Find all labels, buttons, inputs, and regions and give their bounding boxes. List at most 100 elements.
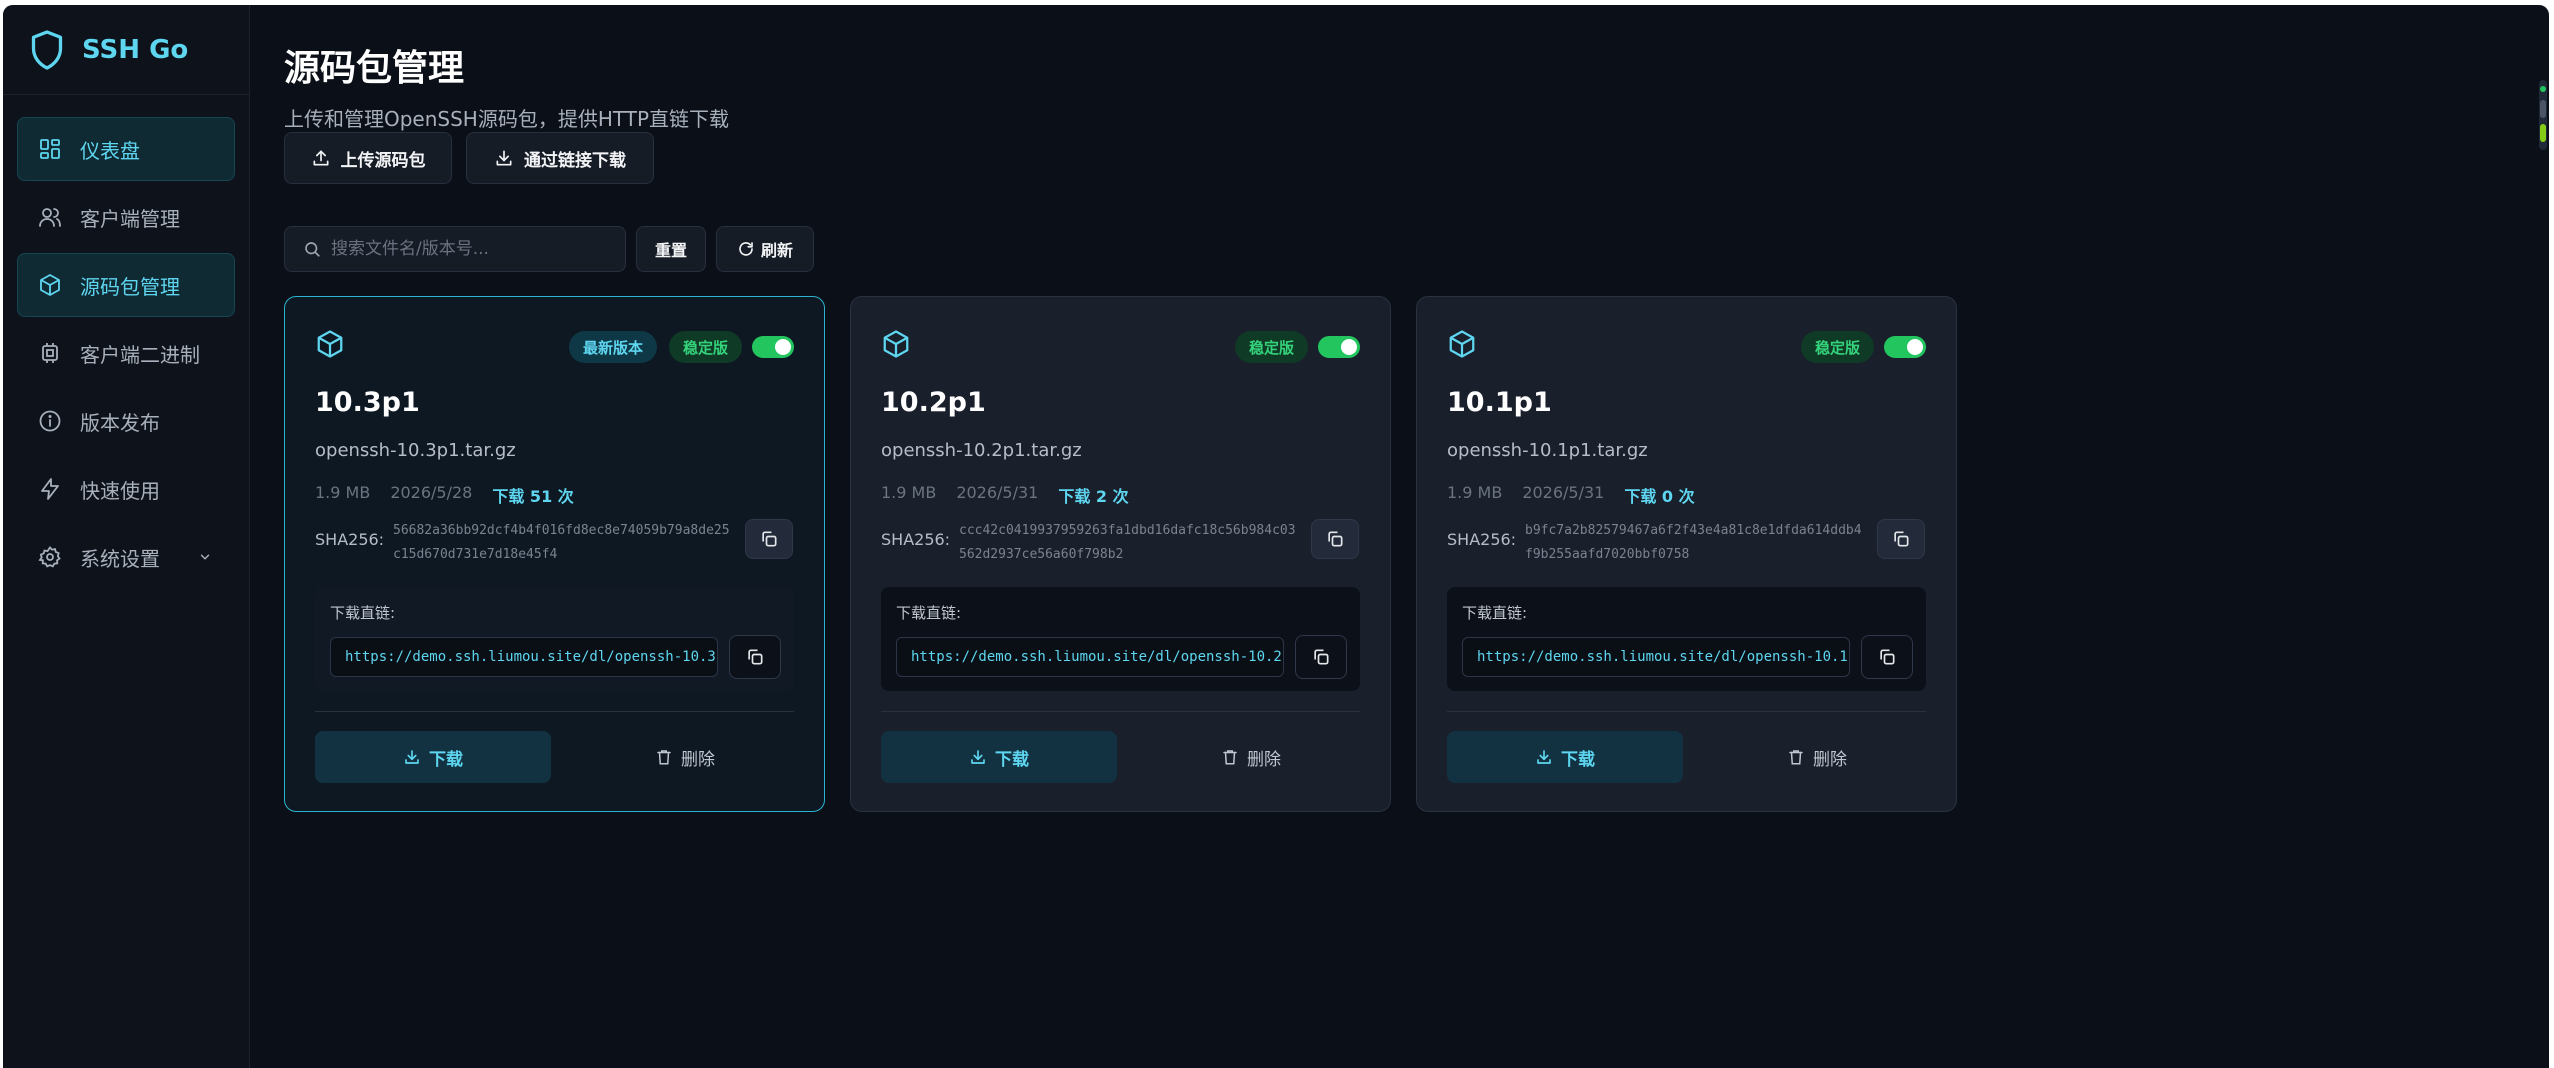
sidebar-item-client-binaries[interactable]: 客户端二进制 — [17, 321, 235, 385]
download-icon — [405, 750, 419, 764]
copy-icon — [1314, 649, 1329, 665]
bolt-icon — [41, 478, 59, 500]
link-label: 下载直链: — [330, 604, 396, 622]
sidebar-item-label: 版本发布 — [80, 410, 160, 435]
sidebar-item-dashboard[interactable]: 仪表盘 — [17, 117, 235, 181]
upload-button[interactable]: 上传源码包 — [284, 132, 452, 184]
download-icon — [496, 150, 512, 166]
dashboard-icon — [40, 139, 60, 159]
card-badges: 最新版本 稳定版 — [557, 331, 794, 363]
sidebar-item-clients[interactable]: 客户端管理 — [17, 185, 235, 249]
package-icon — [1449, 330, 1475, 358]
delete-button[interactable]: 删除 — [1141, 731, 1361, 783]
brand[interactable]: SSH Go — [3, 5, 249, 95]
direct-link-box: 下载直链: https://demo.ssh.liumou.site/dl/op… — [881, 587, 1360, 691]
copy-icon — [748, 649, 763, 665]
package-card: 稳定版 10.2p1 openssh-10.2p1.tar.gz 1.9 MB … — [850, 296, 1391, 812]
copy-sha-button[interactable] — [1311, 519, 1359, 559]
copy-sha-button[interactable] — [1877, 519, 1925, 559]
copy-icon — [1328, 531, 1343, 547]
page-title: 源码包管理 — [284, 48, 465, 89]
users-icon — [39, 208, 61, 227]
download-icon — [971, 750, 985, 764]
stable-badge: 稳定版 — [668, 331, 742, 363]
sidebar-item-label: 源码包管理 — [80, 274, 180, 299]
sidebar-item-source-packages[interactable]: 源码包管理 — [17, 253, 235, 317]
direct-link-field[interactable]: https://demo.ssh.liumou.site/dl/openssh-… — [896, 637, 1284, 677]
file-name: openssh-10.3p1.tar.gz — [315, 440, 516, 461]
download-button[interactable]: 下载 — [881, 731, 1117, 783]
reset-button[interactable]: 重置 — [636, 226, 706, 272]
delete-button[interactable]: 删除 — [1707, 731, 1927, 783]
download-count: 下载 0 次 — [1624, 487, 1695, 506]
divider — [881, 711, 1360, 712]
direct-link-box: 下载直链: https://demo.ssh.liumou.site/dl/op… — [1447, 587, 1926, 691]
download-button[interactable]: 下载 — [315, 731, 551, 783]
delete-button[interactable]: 删除 — [575, 731, 795, 783]
package-icon — [40, 274, 60, 296]
sidebar-item-label: 快速使用 — [80, 478, 160, 503]
direct-link-box: 下载直链: https://demo.ssh.liumou.site/dl/op… — [315, 587, 794, 691]
file-date: 2026/5/31 — [956, 483, 1039, 502]
sidebar-item-releases[interactable]: 版本发布 — [17, 389, 235, 453]
latest-badge: 最新版本 — [568, 331, 657, 363]
download-button[interactable]: 下载 — [1447, 731, 1683, 783]
card-badges: 稳定版 — [1789, 331, 1926, 363]
copy-link-button[interactable] — [1861, 635, 1913, 679]
sidebar-item-label: 仪表盘 — [80, 138, 140, 163]
trash-icon — [657, 750, 671, 765]
link-download-button[interactable]: 通过链接下载 — [466, 132, 654, 184]
package-icon — [317, 330, 343, 358]
sha-label: SHA256: — [881, 530, 951, 549]
scroll-indicator-dot — [2540, 86, 2546, 92]
shield-icon — [31, 29, 63, 70]
app-window: SSH Go 仪表盘 客户端管理 源码包管理 客户端二进制 版本发布 快速使用 … — [3, 5, 2549, 1068]
main-content: 源码包管理 上传和管理OpenSSH源码包，提供HTTP直链下载 上传源码包 通… — [282, 5, 2549, 1068]
enable-toggle[interactable] — [752, 336, 794, 358]
page-subtitle: 上传和管理OpenSSH源码包，提供HTTP直链下载 — [284, 107, 730, 131]
download-count: 下载 51 次 — [492, 487, 574, 506]
sha-value: 56682a36bb92dcf4b4f016fd8ec8e74059b79a8d… — [393, 523, 730, 562]
file-name: openssh-10.2p1.tar.gz — [881, 440, 1082, 461]
chip-icon — [42, 343, 58, 363]
direct-link-field[interactable]: https://demo.ssh.liumou.site/dl/openssh-… — [330, 637, 718, 677]
sha-label: SHA256: — [315, 530, 385, 549]
file-date: 2026/5/28 — [390, 483, 473, 502]
sha-value: ccc42c0419937959263fa1dbd16dafc18c56b984… — [959, 523, 1296, 562]
enable-toggle[interactable] — [1884, 336, 1926, 358]
file-date: 2026/5/31 — [1522, 483, 1605, 502]
package-icon — [883, 330, 909, 358]
refresh-button[interactable]: 刷新 — [716, 226, 814, 272]
package-card: 最新版本 稳定版 10.3p1 openssh-10.3p1.tar.gz 1.… — [284, 296, 825, 812]
info-icon — [39, 410, 61, 432]
copy-link-button[interactable] — [729, 635, 781, 679]
sha-value: b9fc7a2b82579467a6f2f43e4a81c8e1dfda614d… — [1525, 523, 1862, 562]
version-title: 10.1p1 — [1447, 387, 1552, 418]
version-title: 10.3p1 — [315, 387, 420, 418]
scroll-indicator[interactable] — [2539, 80, 2547, 150]
stable-badge: 稳定版 — [1234, 331, 1308, 363]
enable-toggle[interactable] — [1318, 336, 1360, 358]
sidebar-item-label: 客户端管理 — [80, 206, 180, 231]
scroll-indicator-segment — [2540, 124, 2546, 142]
search-input[interactable] — [331, 239, 611, 259]
copy-link-button[interactable] — [1295, 635, 1347, 679]
sidebar-item-label: 系统设置 — [80, 546, 160, 571]
sidebar-item-quick-start[interactable]: 快速使用 — [17, 457, 235, 521]
file-meta: 1.9 MB 2026/5/31 下载 0 次 — [1447, 483, 1715, 507]
link-label: 下载直链: — [1462, 604, 1528, 622]
refresh-icon — [739, 242, 753, 256]
trash-icon — [1223, 750, 1237, 765]
stable-badge: 稳定版 — [1800, 331, 1874, 363]
file-size: 1.9 MB — [315, 483, 371, 502]
upload-icon — [313, 150, 328, 166]
copy-sha-button[interactable] — [745, 519, 793, 559]
file-name: openssh-10.1p1.tar.gz — [1447, 440, 1648, 461]
card-badges: 稳定版 — [1223, 331, 1360, 363]
divider — [1447, 711, 1926, 712]
divider — [315, 711, 794, 712]
direct-link-field[interactable]: https://demo.ssh.liumou.site/dl/openssh-… — [1462, 637, 1850, 677]
file-size: 1.9 MB — [1447, 483, 1503, 502]
sidebar-nav: 仪表盘 客户端管理 源码包管理 客户端二进制 版本发布 快速使用 系统设置 — [3, 95, 249, 589]
sidebar-item-settings[interactable]: 系统设置 — [17, 525, 235, 589]
